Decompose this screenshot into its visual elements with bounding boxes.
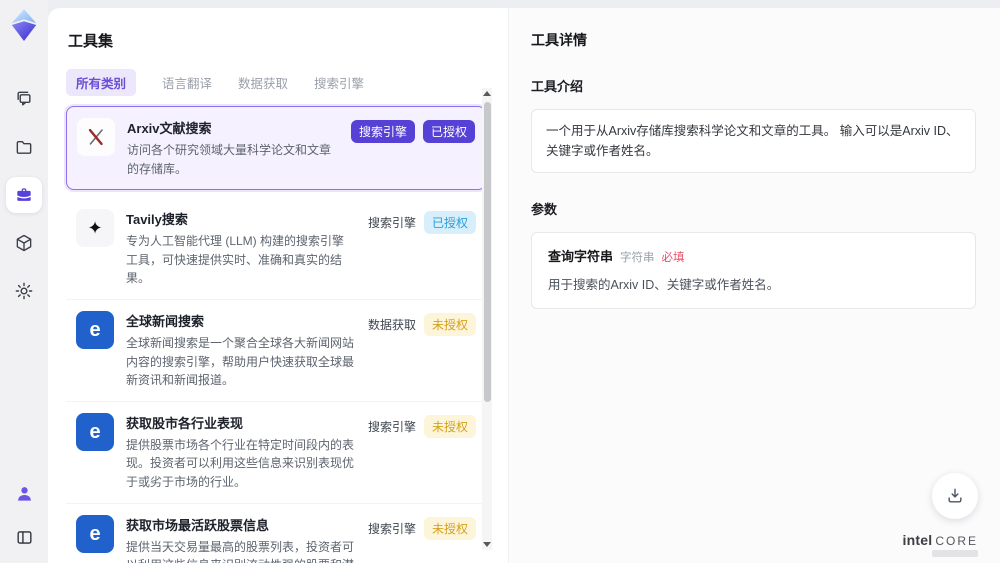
tavily-star-icon: ✦ (76, 209, 114, 248)
tab-search-engine[interactable]: 搜索引擎 (314, 73, 364, 92)
tool-list: Arxiv文献搜索 访问各个研究领域大量科学论文和文章的存储库。 搜索引擎 已授… (66, 106, 486, 563)
param-name: 查询字符串 (548, 249, 614, 264)
intel-core-branding: intel CORE (903, 533, 978, 557)
app-logo[interactable] (7, 7, 41, 43)
download-icon (948, 488, 962, 503)
finance-logo-icon: e (76, 514, 114, 553)
parameter-card: 查询字符串 字符串 必填 用于搜索的Arxiv ID、关键字或作者姓名。 (531, 232, 976, 309)
params-heading: 参数 (531, 202, 558, 217)
auth-badge: 未授权 (423, 414, 476, 438)
collapse-panel-button[interactable] (6, 519, 42, 555)
category-badge: 数据获取 (367, 317, 416, 332)
person-icon (17, 486, 31, 501)
tool-name: 全球新闻搜索 (126, 313, 205, 329)
gear-icon (15, 282, 33, 300)
briefcase-icon (17, 188, 31, 201)
tool-name: Tavily搜索 (126, 212, 188, 228)
tool-item-arxiv[interactable]: Arxiv文献搜索 访问各个研究领域大量科学论文和文章的存储库。 搜索引擎 已授… (66, 106, 486, 191)
download-button[interactable] (932, 473, 978, 519)
core-logo-text: CORE (935, 534, 978, 548)
folder-icon (16, 140, 32, 154)
finance-logo-icon: e (76, 412, 114, 451)
panel-toggle-icon (16, 530, 32, 544)
crystal-logo-icon (11, 9, 37, 41)
tool-description: 专为人工智能代理 (LLM) 构建的搜索引擎工具，可快速提供实时、准确和真实的结… (126, 234, 345, 286)
intel-logo-text: intel (902, 532, 933, 548)
tab-language-translation[interactable]: 语言翻译 (162, 73, 212, 92)
tool-details-panel: 工具详情 工具介绍 一个用于从Arxiv存储库搜索科学论文和文章的工具。 输入可… (508, 8, 1000, 563)
scroll-up-arrow[interactable] (483, 91, 491, 96)
auth-badge: 已授权 (422, 120, 475, 143)
left-sidebar (0, 0, 48, 563)
category-badge: 搜索引擎 (367, 216, 416, 231)
intro-heading: 工具介绍 (531, 79, 584, 94)
auth-badge: 已授权 (423, 211, 476, 235)
chat-icon (17, 91, 31, 106)
tool-name: Arxiv文献搜索 (127, 121, 212, 136)
scroll-down-arrow[interactable] (483, 542, 491, 547)
category-badge: 搜索引擎 (350, 120, 415, 143)
sidebar-item-chat[interactable] (6, 81, 42, 117)
tool-description: 全球新闻搜索是一个聚合全球各大新闻网站内容的搜索引擎，帮助用户快速获取全球最新资… (126, 335, 355, 388)
auth-badge: 未授权 (423, 516, 476, 540)
tool-item-tavily[interactable]: ✦ Tavily搜索 专为人工智能代理 (LLM) 构建的搜索引擎工具，可快速提… (66, 198, 486, 300)
tool-item-global-news[interactable]: e 全球新闻搜索 全球新闻搜索是一个聚合全球各大新闻网站内容的搜索引擎，帮助用户… (66, 299, 486, 402)
param-type: 字符串 (620, 252, 655, 264)
user-avatar[interactable] (6, 475, 42, 511)
tool-list-panel: 工具集 所有类别 语言翻译 数据获取 搜索引擎 Arxiv文献搜索 访问各个研究… (48, 8, 508, 563)
news-search-logo-icon: e (76, 310, 114, 349)
sidebar-item-packages[interactable] (6, 225, 42, 261)
brand-subtext-decoration (932, 550, 978, 557)
sidebar-item-settings[interactable] (6, 273, 42, 309)
tool-name: 获取市场最活跃股票信息 (126, 517, 270, 533)
intro-text-box: 一个用于从Arxiv存储库搜索科学论文和文章的工具。 输入可以是Arxiv ID… (531, 109, 976, 173)
category-badge: 搜索引擎 (367, 521, 416, 536)
main-content-card: 工具集 所有类别 语言翻译 数据获取 搜索引擎 Arxiv文献搜索 访问各个研究… (48, 8, 1000, 563)
sidebar-item-tools[interactable] (6, 177, 42, 213)
page-title: 工具集 (68, 33, 114, 50)
auth-badge: 未授权 (423, 312, 476, 336)
category-tabs: 所有类别 语言翻译 数据获取 搜索引擎 (66, 69, 508, 96)
param-required-badge: 必填 (661, 252, 685, 264)
tool-description: 访问各个研究领域大量科学论文和文章的存储库。 (127, 143, 332, 176)
param-description: 用于搜索的Arxiv ID、关键字或作者姓名。 (548, 278, 780, 292)
tab-data-fetching[interactable]: 数据获取 (238, 73, 288, 92)
tool-item-most-active-stocks[interactable]: e 获取市场最活跃股票信息 提供当天交易量最高的股票列表，投资者可以利用这些信息… (66, 503, 486, 563)
category-badge: 搜索引擎 (367, 419, 416, 434)
arxiv-logo-icon (77, 118, 115, 156)
tab-all-categories[interactable]: 所有类别 (66, 69, 137, 96)
tool-description: 提供股票市场各个行业在特定时间段内的表现。投资者可以利用这些信息来识别表现优于或… (126, 437, 355, 489)
tool-item-sector-performance[interactable]: e 获取股市各行业表现 提供股票市场各个行业在特定时间段内的表现。投资者可以利用… (66, 401, 486, 504)
sidebar-item-files[interactable] (6, 129, 42, 165)
list-scrollbar[interactable] (482, 88, 492, 550)
scrollbar-thumb[interactable] (483, 102, 491, 402)
tool-name: 获取股市各行业表现 (126, 415, 244, 431)
details-title: 工具详情 (531, 32, 587, 48)
cube-icon (16, 234, 32, 252)
tool-description: 提供当天交易量最高的股票列表，投资者可以利用这些信息来识别流动性强的股票和潜在的… (126, 539, 355, 563)
